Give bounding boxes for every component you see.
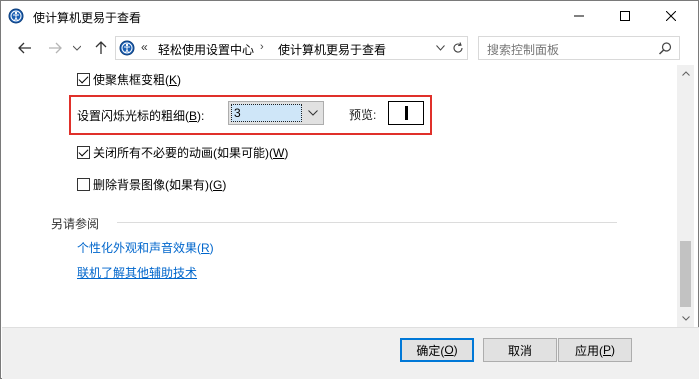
ease-of-access-icon: [8, 8, 24, 24]
ok-label-b: ): [453, 343, 458, 357]
ok-label-a: 确定(: [416, 343, 445, 358]
animations-checkbox[interactable]: [77, 146, 90, 159]
address-history-button[interactable]: [433, 40, 447, 56]
ok-button[interactable]: 确定(O): [400, 338, 474, 362]
personalization-link-a: 个性化外观和声音效果(: [77, 241, 201, 255]
dropdown-button[interactable]: [306, 106, 320, 120]
apply-button[interactable]: 应用(P): [558, 338, 632, 362]
button-bar: 确定(O) 取消 应用(P): [2, 327, 699, 379]
see-also-heading: 另请参阅: [51, 217, 100, 231]
focus-border-label-key: K: [169, 72, 178, 87]
background-label-key: G: [213, 177, 223, 192]
settings-content: 使聚焦框变粗(K) 设置闪烁光标的粗细(B): 3 预览: 关闭所有不必要的动画…: [9, 65, 676, 327]
window: 使计算机更易于查看 « 轻松使用设置中心 › 使计算机更易于查看 搜索控制面板 …: [0, 0, 699, 379]
cursor-preview-bar: [405, 106, 408, 120]
ease-of-access-icon: [119, 40, 135, 56]
maximize-icon: [620, 11, 630, 21]
cursor-thickness-select[interactable]: 3: [228, 101, 324, 125]
breadcrumb-separator-icon[interactable]: ›: [260, 41, 264, 53]
chevron-down-icon: [435, 45, 445, 51]
chevron-down-icon: [681, 316, 690, 321]
focus-border-option[interactable]: 使聚焦框变粗(K): [77, 71, 181, 88]
scroll-down-button[interactable]: [677, 310, 694, 327]
cursor-thickness-label: 设置闪烁光标的粗细(B):: [77, 107, 204, 124]
minimize-icon: [574, 15, 584, 17]
personalization-link-b: ): [209, 241, 214, 255]
close-icon: [666, 11, 676, 21]
arrow-left-icon: [18, 42, 31, 54]
search-placeholder: 搜索控制面板: [487, 43, 560, 57]
cursor-preview: [388, 101, 424, 125]
cursor-thickness-label-key: B: [189, 108, 198, 123]
address-bar[interactable]: « 轻松使用设置中心 › 使计算机更易于查看: [115, 36, 468, 60]
breadcrumb-item[interactable]: 使计算机更易于查看: [278, 41, 386, 58]
scroll-thumb[interactable]: [680, 241, 691, 307]
cursor-thickness-label-b: ):: [197, 108, 205, 123]
chevron-up-icon: [681, 71, 690, 76]
personalization-link[interactable]: 个性化外观和声音效果(R): [77, 239, 214, 256]
recent-locations-button[interactable]: [71, 38, 83, 58]
animations-label-b: ): [284, 145, 289, 160]
window-title: 使计算机更易于查看: [33, 11, 142, 25]
background-option[interactable]: 删除背景图像(如果有)(G): [77, 176, 226, 193]
apply-label-b: ): [611, 343, 615, 357]
minimize-button[interactable]: [556, 1, 602, 31]
search-input[interactable]: 搜索控制面板: [478, 36, 680, 60]
refresh-icon: [453, 42, 463, 53]
focus-border-label-a: 使聚焦框变粗(: [93, 73, 169, 87]
forward-button[interactable]: [45, 38, 65, 58]
focus-border-checkbox[interactable]: [77, 73, 90, 86]
scroll-up-button[interactable]: [677, 65, 694, 82]
cursor-thickness-value: 3: [231, 104, 302, 122]
back-button[interactable]: [15, 38, 35, 58]
navigation-bar: « 轻松使用设置中心 › 使计算机更易于查看 搜索控制面板: [1, 34, 698, 62]
section-divider: [117, 222, 617, 223]
vertical-scrollbar[interactable]: [677, 65, 694, 327]
focus-border-label-b: ): [177, 72, 182, 87]
preview-label: 预览:: [349, 108, 377, 122]
cancel-button[interactable]: 取消: [483, 338, 557, 362]
title-bar: 使计算机更易于查看: [1, 1, 698, 31]
animations-label-a: 关闭所有不必要的动画(如果可能)(: [93, 146, 273, 160]
cursor-thickness-label-a: 设置闪烁光标的粗细(: [77, 109, 189, 123]
search-icon: [658, 42, 672, 55]
background-checkbox[interactable]: [77, 178, 90, 191]
ok-label-key: O: [444, 343, 454, 357]
arrow-right-icon: [49, 42, 62, 54]
breadcrumb-overflow[interactable]: «: [141, 40, 148, 54]
close-button[interactable]: [648, 1, 694, 31]
background-label-a: 删除背景图像(如果有)(: [93, 178, 213, 192]
chevron-down-icon: [308, 110, 318, 116]
personalization-link-key: R: [201, 241, 210, 255]
animations-option[interactable]: 关闭所有不必要的动画(如果可能)(W): [77, 144, 288, 161]
breadcrumb-item[interactable]: 轻松使用设置中心: [158, 41, 254, 58]
apply-label-key: P: [602, 343, 611, 357]
up-button[interactable]: [91, 38, 111, 58]
assistive-tech-link[interactable]: 联机了解其他辅助技术: [77, 264, 197, 281]
arrow-up-icon: [95, 41, 107, 54]
chevron-down-icon: [73, 45, 81, 51]
maximize-button[interactable]: [602, 1, 648, 31]
apply-label-a: 应用(: [574, 343, 603, 358]
background-label-b: ): [222, 177, 227, 192]
refresh-button[interactable]: [450, 40, 466, 56]
animations-label-key: W: [273, 145, 285, 160]
